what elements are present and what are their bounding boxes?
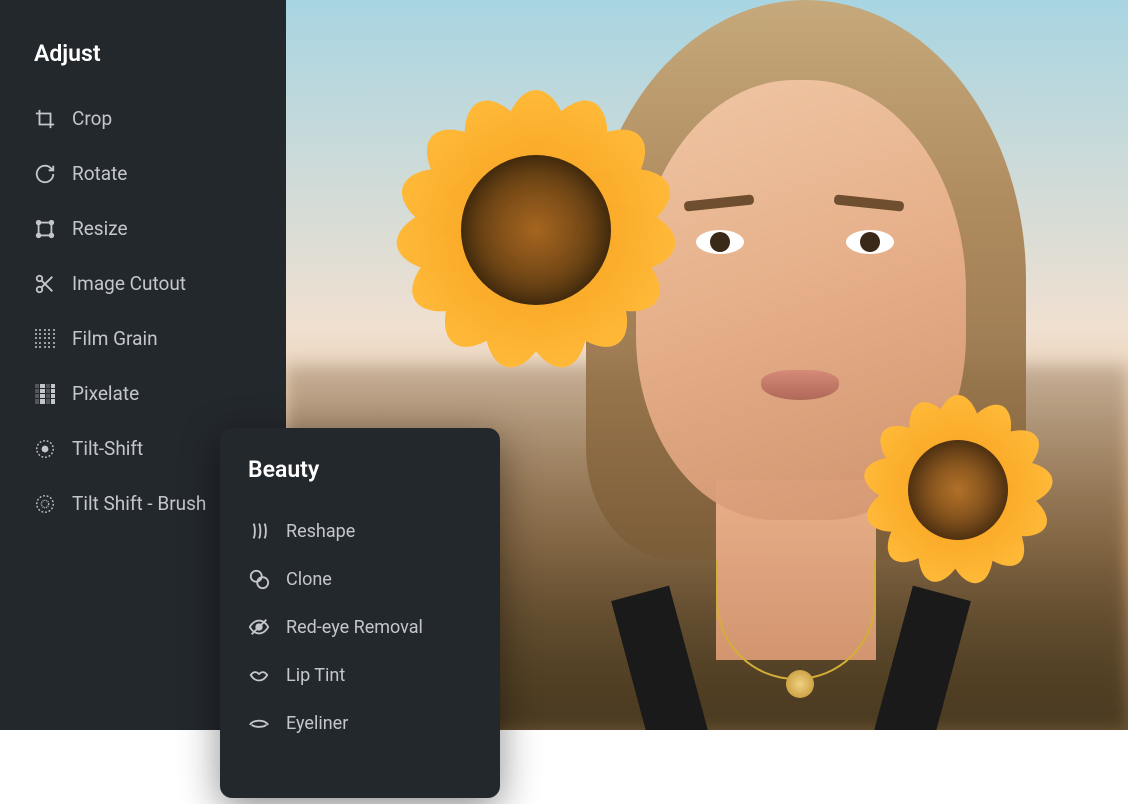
grain-icon — [34, 328, 56, 350]
tool-label: Lip Tint — [286, 665, 345, 686]
crop-icon — [34, 108, 56, 130]
tool-clone[interactable]: Clone — [248, 555, 472, 603]
tool-crop[interactable]: Crop — [34, 91, 252, 146]
tool-label: Resize — [72, 217, 128, 240]
beauty-panel-title: Beauty — [248, 456, 472, 483]
tool-label: Image Cutout — [72, 272, 186, 295]
tool-label: Crop — [72, 107, 112, 130]
tilt-shift-brush-icon — [34, 493, 56, 515]
red-eye-icon — [248, 616, 270, 638]
tool-reshape[interactable]: Reshape — [248, 507, 472, 555]
adjust-panel-title: Adjust — [34, 40, 252, 67]
beauty-panel: Beauty Reshape Clone Red-eye Removal Lip… — [220, 428, 500, 798]
lips-icon — [248, 664, 270, 686]
tilt-shift-icon — [34, 438, 56, 460]
tool-label: Tilt-Shift — [72, 437, 143, 460]
tool-label: Red-eye Removal — [286, 617, 423, 638]
scissors-icon — [34, 273, 56, 295]
tool-rotate[interactable]: Rotate — [34, 146, 252, 201]
tool-label: Reshape — [286, 521, 355, 542]
rotate-icon — [34, 163, 56, 185]
tool-resize[interactable]: Resize — [34, 201, 252, 256]
tool-lip-tint[interactable]: Lip Tint — [248, 651, 472, 699]
sunflower-small — [828, 370, 1088, 610]
tool-red-eye[interactable]: Red-eye Removal — [248, 603, 472, 651]
eyeliner-icon — [248, 712, 270, 734]
pixelate-icon — [34, 383, 56, 405]
reshape-icon — [248, 520, 270, 542]
sunflower-large — [346, 50, 726, 410]
tool-image-cutout[interactable]: Image Cutout — [34, 256, 252, 311]
tool-label: Eyeliner — [286, 713, 348, 734]
resize-icon — [34, 218, 56, 240]
tool-label: Clone — [286, 569, 332, 590]
tool-pixelate[interactable]: Pixelate — [34, 366, 252, 421]
tool-label: Rotate — [72, 162, 127, 185]
clone-icon — [248, 568, 270, 590]
tool-eyeliner[interactable]: Eyeliner — [248, 699, 472, 747]
tool-film-grain[interactable]: Film Grain — [34, 311, 252, 366]
tool-label: Tilt Shift - Brush — [72, 492, 206, 515]
tool-label: Film Grain — [72, 327, 158, 350]
tool-label: Pixelate — [72, 382, 139, 405]
